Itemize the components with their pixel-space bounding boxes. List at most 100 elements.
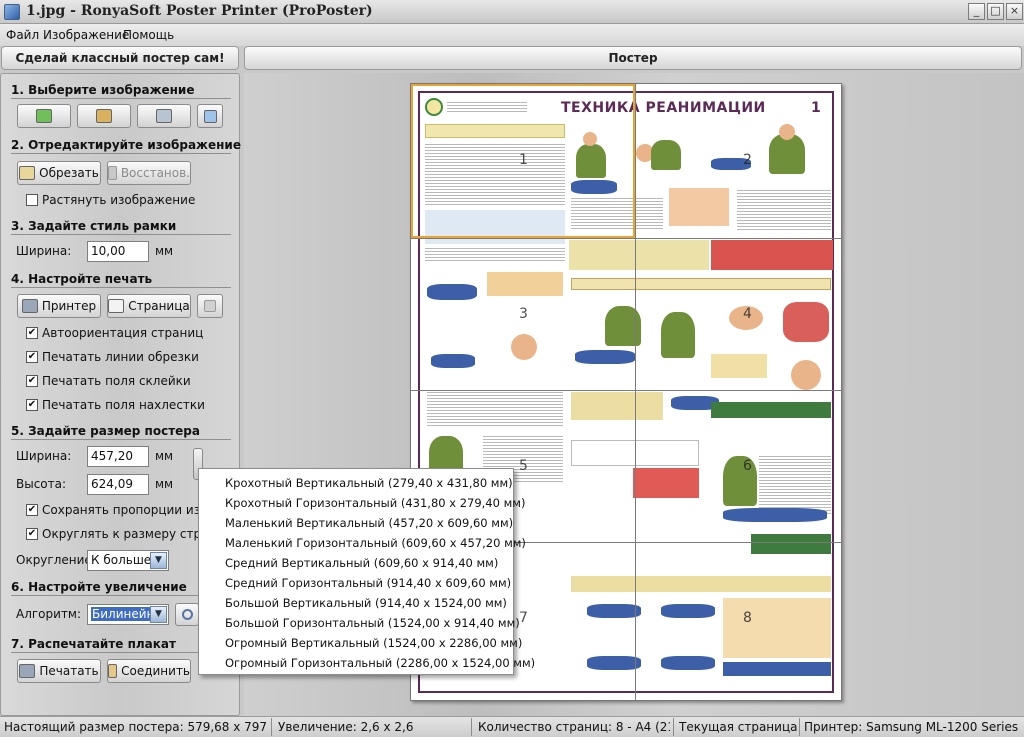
status-separator xyxy=(271,718,272,736)
status-separator xyxy=(471,718,472,736)
poster-figure xyxy=(769,134,805,174)
poster-text-block xyxy=(737,188,831,232)
tile-number: 1 xyxy=(519,152,528,168)
status-real-size: Настоящий размер постера: 579,68 x 797,0… xyxy=(4,720,266,734)
crop-button-label: Обрезать xyxy=(39,166,99,180)
external-link-icon xyxy=(203,109,217,123)
size-preset-item[interactable]: Огромный Горизонтальный (2286,00 x 1524,… xyxy=(225,656,535,670)
cut-line-horizontal xyxy=(411,390,841,391)
menu-file[interactable]: Файл xyxy=(6,28,39,42)
copy-icon xyxy=(204,300,216,312)
poster-height-input[interactable]: 624,09 xyxy=(87,474,149,495)
magnifier-icon xyxy=(181,609,193,620)
frame-width-label: Ширина: xyxy=(16,244,72,258)
poster-green-box xyxy=(711,402,831,418)
frame-width-unit: мм xyxy=(155,244,174,258)
status-printer: Принтер: Samsung ML-1200 Series (600 ... xyxy=(804,720,1020,734)
page-extra-button[interactable] xyxy=(197,294,223,318)
size-preset-item[interactable]: Крохотный Вертикальный (279,40 x 431,80 … xyxy=(225,476,513,490)
section-1-divider xyxy=(11,98,231,99)
paste-image-button[interactable] xyxy=(77,104,131,128)
open-image-button[interactable] xyxy=(17,104,71,128)
section-1-title: 1. Выберите изображение xyxy=(11,83,195,97)
poster-figure xyxy=(783,302,829,342)
open-image-icon xyxy=(36,109,52,123)
section-2-title: 2. Отредактируйте изображение xyxy=(11,138,241,152)
poster-figure xyxy=(661,604,715,618)
poster-figure xyxy=(427,284,477,300)
page-setup-button[interactable]: Страница xyxy=(107,294,191,318)
poster-heading-box xyxy=(571,278,831,290)
poster-height-label: Высота: xyxy=(16,477,67,491)
section-5-title: 5. Задайте размер постера xyxy=(11,424,200,438)
auto-orientation-checkbox[interactable]: ✔ xyxy=(26,327,38,339)
size-preset-item[interactable]: Маленький Горизонтальный (609,60 x 457,2… xyxy=(225,536,526,550)
tile-number: 7 xyxy=(519,610,528,626)
frame-width-input[interactable]: 10,00 xyxy=(87,241,149,262)
poster-figure xyxy=(511,334,537,360)
poster-width-input[interactable]: 457,20 xyxy=(87,446,149,467)
preview-zoom-button[interactable] xyxy=(175,603,199,626)
menu-image[interactable]: Изображение xyxy=(43,28,129,42)
poster-blue-box xyxy=(723,662,831,676)
printer-icon xyxy=(19,664,36,678)
rounding-label: Округление: xyxy=(16,553,96,567)
size-preset-item[interactable]: Крохотный Горизонтальный (431,80 x 279,4… xyxy=(225,496,525,510)
tile-number: 3 xyxy=(519,306,528,322)
poster-figure xyxy=(651,140,681,170)
minimize-button[interactable]: _ xyxy=(968,3,985,20)
poster-info-box xyxy=(571,392,663,420)
status-separator xyxy=(673,718,674,736)
menu-help[interactable]: Помощь xyxy=(123,28,174,42)
rounding-select[interactable]: К большем ▼ xyxy=(87,550,169,571)
print-button-label: Печатать xyxy=(39,664,99,678)
size-preset-item[interactable]: Маленький Вертикальный (457,20 x 609,60 … xyxy=(225,516,513,530)
page-icon xyxy=(108,299,125,313)
join-icon xyxy=(108,664,118,678)
poster-text-block xyxy=(759,454,831,514)
size-preset-item[interactable]: Огромный Вертикальный (1524,00 x 2286,00… xyxy=(225,636,522,650)
round-to-pages-checkbox[interactable]: ✔ xyxy=(26,528,38,540)
tile-number: 8 xyxy=(743,610,752,626)
algorithm-select[interactable]: Билинейны ▼ xyxy=(87,604,169,625)
print-glue-margins-checkbox[interactable]: ✔ xyxy=(26,375,38,387)
restore-button[interactable]: Восстанов. xyxy=(107,161,191,185)
size-preset-item[interactable]: Средний Вертикальный (609,60 x 914,40 мм… xyxy=(225,556,498,570)
poster-figure xyxy=(791,360,821,390)
algorithm-label: Алгоритм: xyxy=(16,607,82,621)
section-6-title: 6. Настройте увеличение xyxy=(11,580,187,594)
crop-icon xyxy=(19,166,36,180)
maximize-button[interactable]: □ xyxy=(987,3,1004,20)
external-link-button[interactable] xyxy=(197,104,223,128)
poster-heading-box xyxy=(571,576,831,592)
stretch-image-label: Растянуть изображение xyxy=(42,193,196,207)
tile-number: 4 xyxy=(743,306,752,322)
section-7-title: 7. Распечатайте плакат xyxy=(11,637,176,651)
print-glue-margins-label: Печатать поля склейки xyxy=(42,374,191,388)
keep-proportions-checkbox[interactable]: ✔ xyxy=(26,504,38,516)
stretch-image-checkbox[interactable] xyxy=(26,194,38,206)
printer-icon xyxy=(21,299,38,313)
print-overlap-margins-label: Печатать поля нахлестки xyxy=(42,398,205,412)
scan-image-button[interactable] xyxy=(137,104,191,128)
size-preset-item[interactable]: Большой Горизонтальный (1524,00 x 914,40… xyxy=(225,616,520,630)
print-cut-lines-checkbox[interactable]: ✔ xyxy=(26,351,38,363)
print-overlap-margins-checkbox[interactable]: ✔ xyxy=(26,399,38,411)
auto-orientation-label: Автоориентация страниц xyxy=(42,326,204,340)
poster-text-block xyxy=(425,246,565,262)
restore-button-label: Восстанов. xyxy=(120,166,190,180)
close-button[interactable]: × xyxy=(1006,3,1023,20)
join-button[interactable]: Соединить xyxy=(107,659,191,683)
join-button-label: Соединить xyxy=(121,664,190,678)
printer-button[interactable]: Принтер xyxy=(17,294,101,318)
poster-info-box xyxy=(723,598,831,658)
size-preset-item[interactable]: Средний Горизонтальный (914,40 x 609,60 … xyxy=(225,576,511,590)
poster-figure xyxy=(661,312,695,358)
crop-button[interactable]: Обрезать xyxy=(17,161,101,185)
print-button[interactable]: Печатать xyxy=(17,659,101,683)
poster-warning-box xyxy=(633,468,699,498)
poster-figure xyxy=(575,350,635,364)
status-zoom: Увеличение: 2,6 x 2,6 xyxy=(278,720,414,734)
size-preset-item[interactable]: Большой Вертикальный (914,40 x 1524,00 м… xyxy=(225,596,507,610)
paste-image-icon xyxy=(96,109,112,123)
